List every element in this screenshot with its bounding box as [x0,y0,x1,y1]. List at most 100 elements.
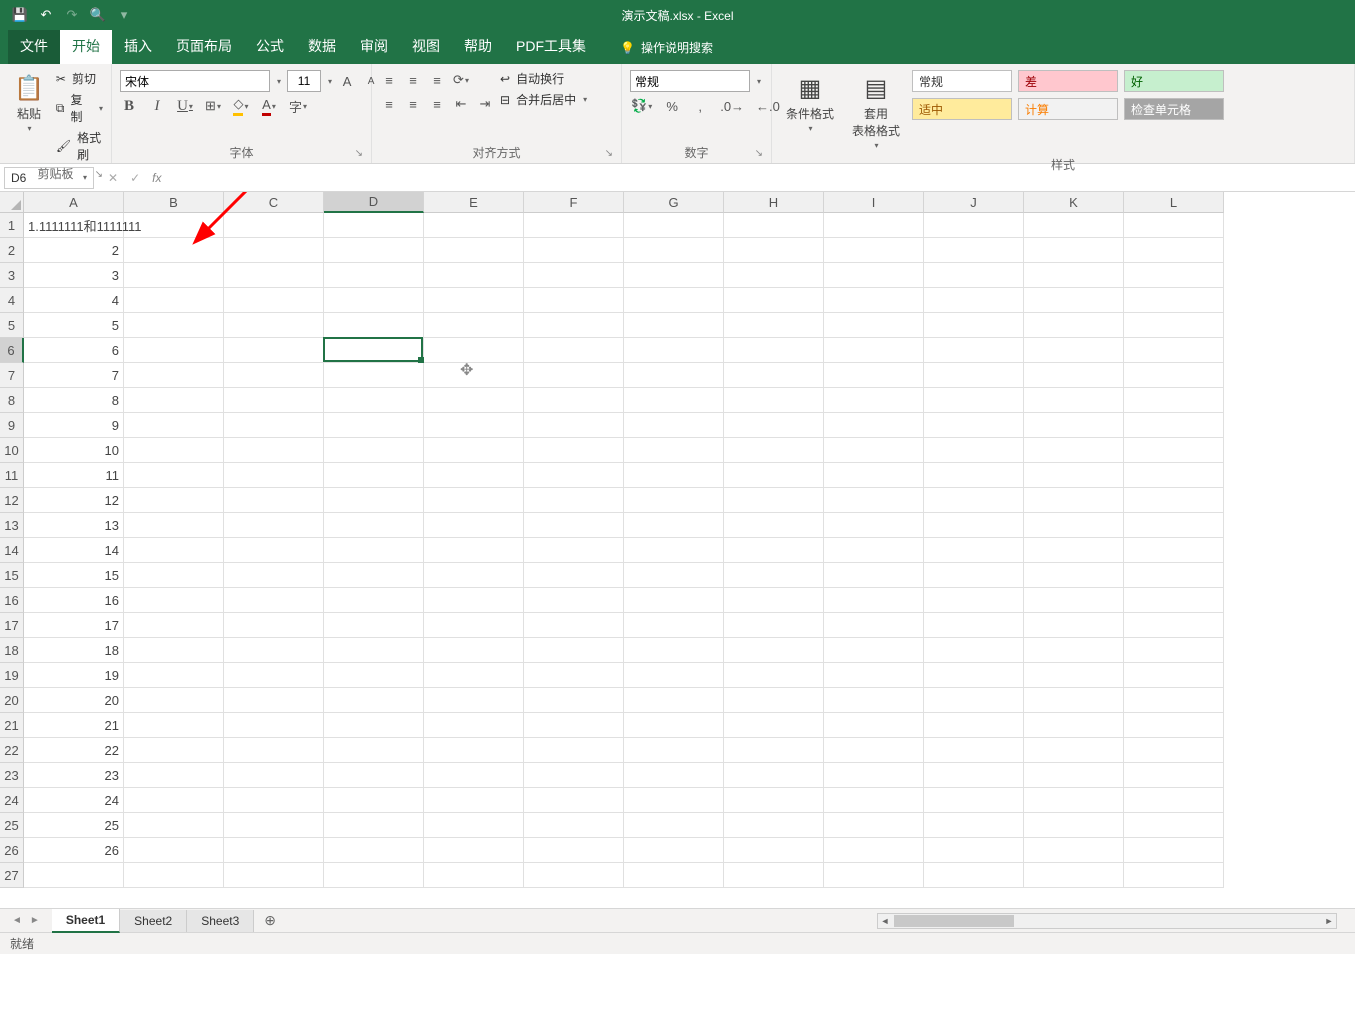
col-header-D[interactable]: D [324,192,424,213]
cell-F18[interactable] [524,638,624,663]
cell-B23[interactable] [124,763,224,788]
cell-E24[interactable] [424,788,524,813]
cell-F4[interactable] [524,288,624,313]
row-header-26[interactable]: 26 [0,838,24,863]
col-header-B[interactable]: B [124,192,224,213]
cell-D16[interactable] [324,588,424,613]
cell-E19[interactable] [424,663,524,688]
cell-A14[interactable]: 14 [24,538,124,563]
cell-F8[interactable] [524,388,624,413]
cell-C19[interactable] [224,663,324,688]
cell-C25[interactable] [224,813,324,838]
cell-F2[interactable] [524,238,624,263]
cell-G6[interactable] [624,338,724,363]
cell-K20[interactable] [1024,688,1124,713]
cell-L12[interactable] [1124,488,1224,513]
style-check-cell[interactable]: 检查单元格 [1124,98,1224,120]
cell-L18[interactable] [1124,638,1224,663]
row-header-16[interactable]: 16 [0,588,24,613]
cell-A27[interactable] [24,863,124,888]
cell-C2[interactable] [224,238,324,263]
cell-L25[interactable] [1124,813,1224,838]
cell-K3[interactable] [1024,263,1124,288]
cell-E15[interactable] [424,563,524,588]
row-header-7[interactable]: 7 [0,363,24,388]
sheet-tab-2[interactable]: Sheet2 [120,910,187,932]
cell-D11[interactable] [324,463,424,488]
cell-D27[interactable] [324,863,424,888]
cell-H8[interactable] [724,388,824,413]
cut-button[interactable]: ✂剪切 [56,70,103,87]
cell-D21[interactable] [324,713,424,738]
cell-C14[interactable] [224,538,324,563]
cell-I8[interactable] [824,388,924,413]
cell-G22[interactable] [624,738,724,763]
cell-H21[interactable] [724,713,824,738]
cell-A6[interactable]: 6 [24,338,124,363]
col-header-L[interactable]: L [1124,192,1224,213]
sheet-nav-next-icon[interactable]: ► [30,915,40,926]
cell-D12[interactable] [324,488,424,513]
cell-B7[interactable] [124,363,224,388]
cell-A11[interactable]: 11 [24,463,124,488]
align-middle-icon[interactable]: ≡ [404,70,422,90]
qat-more-icon[interactable]: ▾ [116,7,132,23]
row-header-22[interactable]: 22 [0,738,24,763]
cell-L19[interactable] [1124,663,1224,688]
row-header-25[interactable]: 25 [0,813,24,838]
add-sheet-button[interactable]: ⊕ [254,912,286,929]
cell-G23[interactable] [624,763,724,788]
cell-I26[interactable] [824,838,924,863]
cell-H22[interactable] [724,738,824,763]
cell-G12[interactable] [624,488,724,513]
row-headers[interactable]: 1234567891011121314151617181920212223242… [0,213,24,888]
cell-J23[interactable] [924,763,1024,788]
cell-I11[interactable] [824,463,924,488]
cell-E25[interactable] [424,813,524,838]
tell-me-search[interactable]: 💡 操作说明搜索 [608,31,725,64]
cell-J8[interactable] [924,388,1024,413]
cell-D22[interactable] [324,738,424,763]
cell-B22[interactable] [124,738,224,763]
cell-E5[interactable] [424,313,524,338]
cell-J1[interactable] [924,213,1024,238]
cell-G26[interactable] [624,838,724,863]
cell-G2[interactable] [624,238,724,263]
align-dialog-icon[interactable]: ↘ [605,148,613,159]
cell-B15[interactable] [124,563,224,588]
cell-J15[interactable] [924,563,1024,588]
row-header-11[interactable]: 11 [0,463,24,488]
cell-F20[interactable] [524,688,624,713]
cell-B3[interactable] [124,263,224,288]
cell-I9[interactable] [824,413,924,438]
cell-G15[interactable] [624,563,724,588]
cell-I13[interactable] [824,513,924,538]
cell-H1[interactable] [724,213,824,238]
worksheet-grid[interactable]: ABCDEFGHIJKL 123456789101112131415161718… [0,192,1355,908]
cell-F12[interactable] [524,488,624,513]
cell-K27[interactable] [1024,863,1124,888]
tab-help[interactable]: 帮助 [452,28,504,64]
cell-E22[interactable] [424,738,524,763]
phonetic-button[interactable]: 字▾ [288,96,308,116]
cell-B17[interactable] [124,613,224,638]
cell-F17[interactable] [524,613,624,638]
style-good[interactable]: 好 [1124,70,1224,92]
cell-I22[interactable] [824,738,924,763]
cell-H6[interactable] [724,338,824,363]
tab-view[interactable]: 视图 [400,28,452,64]
cell-F9[interactable] [524,413,624,438]
cell-L5[interactable] [1124,313,1224,338]
tab-pdf-tools[interactable]: PDF工具集 [504,28,598,64]
cell-F26[interactable] [524,838,624,863]
cell-L21[interactable] [1124,713,1224,738]
col-header-G[interactable]: G [624,192,724,213]
cell-L2[interactable] [1124,238,1224,263]
cell-L24[interactable] [1124,788,1224,813]
cell-H16[interactable] [724,588,824,613]
cell-F15[interactable] [524,563,624,588]
cell-J17[interactable] [924,613,1024,638]
col-header-A[interactable]: A [24,192,124,213]
accounting-format-icon[interactable]: 💱▾ [630,96,653,116]
cell-K18[interactable] [1024,638,1124,663]
